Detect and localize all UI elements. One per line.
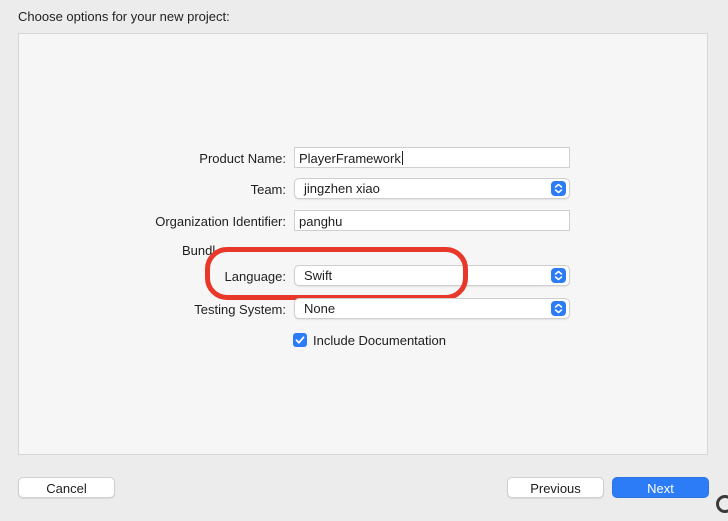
product-name-row: Product Name: PlayerFramework <box>0 147 728 169</box>
include-documentation-checkbox[interactable] <box>293 333 307 347</box>
chevron-up-down-icon <box>551 268 566 283</box>
text-cursor <box>401 151 403 165</box>
testing-system-row: Testing System: None <box>0 298 728 320</box>
options-panel <box>18 33 708 455</box>
organization-identifier-value: panghu <box>299 214 343 229</box>
annotation-highlight-ring <box>205 247 468 300</box>
team-value: jingzhen xiao <box>304 181 380 196</box>
product-name-label: Product Name: <box>199 151 286 166</box>
include-documentation-label: Include Documentation <box>313 333 446 348</box>
organization-identifier-field[interactable]: panghu <box>294 210 570 231</box>
organization-identifier-label: Organization Identifier: <box>155 214 286 229</box>
include-documentation-row[interactable]: Include Documentation <box>293 333 446 348</box>
product-name-value: PlayerFramework <box>299 151 401 166</box>
testing-system-popup-button[interactable]: None <box>294 298 570 319</box>
testing-system-value: None <box>304 301 336 316</box>
team-popup-button[interactable]: jingzhen xiao <box>294 178 570 199</box>
chevron-up-down-icon <box>551 181 566 196</box>
testing-system-label: Testing System: <box>194 302 286 317</box>
team-row: Team: jingzhen xiao <box>0 178 728 200</box>
organization-identifier-row: Organization Identifier: panghu <box>0 210 728 232</box>
team-label: Team: <box>250 182 286 197</box>
product-name-field[interactable]: PlayerFramework <box>294 147 570 168</box>
previous-button[interactable]: Previous <box>507 477 604 498</box>
cancel-button[interactable]: Cancel <box>18 477 115 498</box>
chevron-up-down-icon <box>551 301 566 316</box>
magnifier-icon <box>716 495 728 513</box>
sheet-title: Choose options for your new project: <box>18 9 230 24</box>
next-button[interactable]: Next <box>612 477 709 498</box>
checkmark-icon <box>295 336 305 344</box>
